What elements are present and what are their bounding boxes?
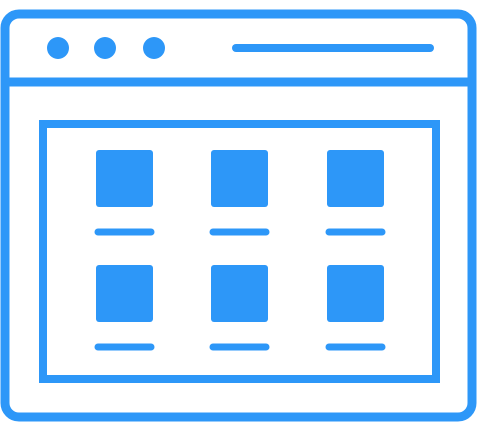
grid-tile-icon (211, 265, 268, 322)
grid-tile-icon (327, 150, 384, 207)
grid-tile-icon (327, 265, 384, 322)
browser-window-grid-icon (0, 0, 480, 435)
grid-items (94, 150, 386, 351)
grid-tile-icon (96, 265, 153, 322)
window-dot-icon (47, 37, 69, 59)
grid-tile-icon (96, 150, 153, 207)
window-frame (0, 9, 477, 422)
window-dot-icon (143, 37, 165, 59)
window-dot-icon (94, 37, 116, 59)
browser-window-icon (0, 9, 477, 422)
grid-tile-icon (211, 150, 268, 207)
